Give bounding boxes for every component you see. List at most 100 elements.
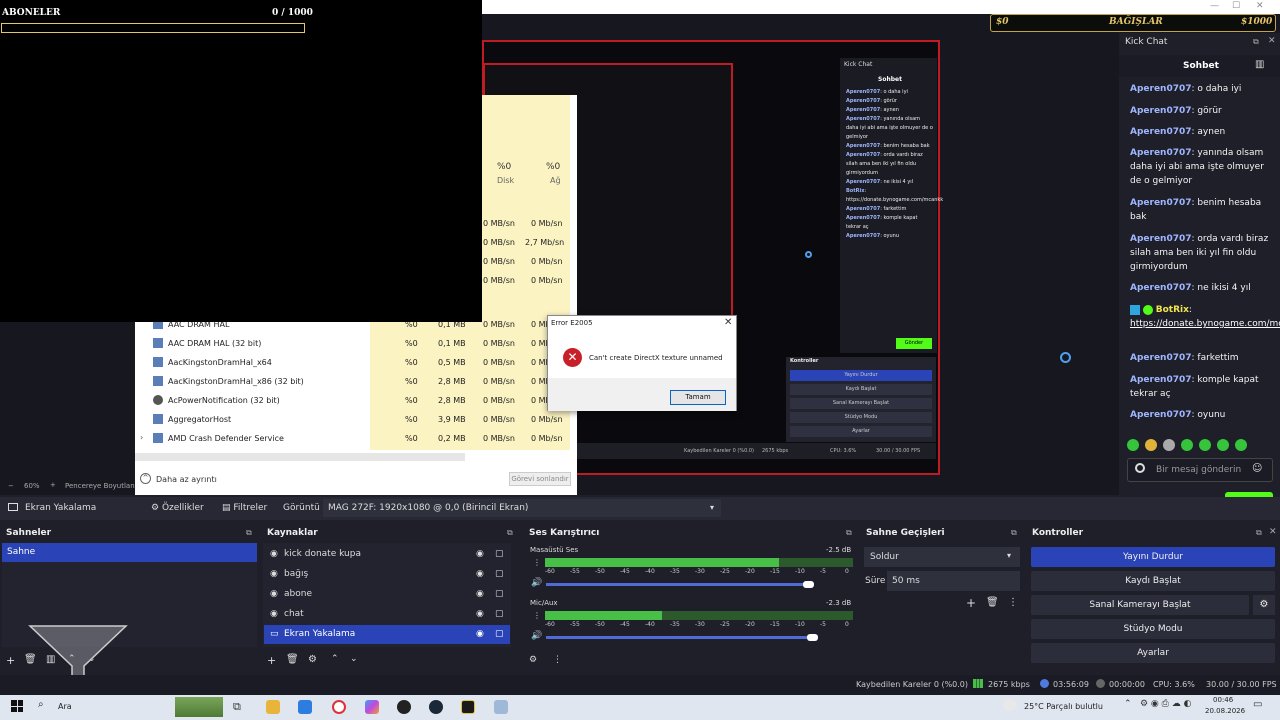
emote-icon[interactable]	[1181, 439, 1193, 451]
emote-icon[interactable]	[1163, 439, 1175, 451]
file-explorer-icon[interactable]	[266, 700, 280, 714]
tm-fewer-details[interactable]: Daha az ayrıntı	[156, 475, 217, 484]
table-row[interactable]: AacKingstonDramHal_x64 %0 0,5 MB 0 MB/sn…	[135, 354, 577, 373]
zoom-in-icon[interactable]: +	[50, 481, 56, 489]
source-item-selected[interactable]: ▭ Ekran Yakalama ◉ ▢	[264, 625, 510, 644]
ok-button[interactable]: Tamam	[670, 390, 726, 405]
source-item[interactable]: ◉ chat ◉ ▢	[264, 605, 510, 624]
visibility-icon[interactable]: ◉	[476, 585, 484, 604]
tm-horizontal-scrollbar[interactable]	[135, 453, 465, 461]
close-icon[interactable]: ✕	[724, 317, 732, 328]
tray-icons[interactable]: ⚙ ◉ ⎙ ☁ ◐	[1140, 699, 1191, 709]
start-virtual-camera-button[interactable]: Sanal Kamerayı Başlat	[1031, 595, 1249, 615]
end-task-button[interactable]: Görevi sonlandır	[509, 472, 571, 486]
copilot-icon[interactable]	[365, 700, 379, 714]
app-icon[interactable]	[461, 700, 475, 714]
settings-button[interactable]: Ayarlar	[1031, 643, 1275, 663]
table-row[interactable]: AAC DRAM HAL (32 bit) %0 0,1 MB 0 MB/sn …	[135, 335, 577, 354]
task-view-icon[interactable]: ⧉	[233, 700, 241, 714]
more-vertical-icon[interactable]: ⋮	[1008, 597, 1018, 608]
steam-icon[interactable]	[429, 700, 443, 714]
gear-icon[interactable]: ⚙	[1253, 595, 1275, 615]
trash-icon[interactable]: 🗑	[986, 597, 999, 608]
visibility-icon[interactable]: ◉	[476, 565, 484, 584]
stats-icon[interactable]: ▥	[1255, 59, 1264, 70]
filters-button[interactable]: ▤ Filtreler	[222, 503, 267, 513]
table-row[interactable]: AacKingstonDramHal_x86 (32 bit) %0 2,8 M…	[135, 373, 577, 392]
more-vertical-icon[interactable]: ⋮	[533, 611, 541, 620]
more-vertical-icon[interactable]: ⋮	[553, 655, 562, 665]
donate-link[interactable]: https://donate.bynogame.com/mcankk	[1130, 319, 1280, 329]
tm-net-header[interactable]: Ağ	[550, 176, 561, 185]
studio-mode-button[interactable]: Stüdyo Modu	[1031, 619, 1275, 639]
chevron-up-icon[interactable]: ⌃	[331, 654, 339, 664]
app-icon[interactable]	[494, 700, 508, 714]
more-vertical-icon[interactable]: ⋮	[533, 558, 541, 567]
emote-icon[interactable]	[1235, 439, 1247, 451]
source-item[interactable]: ◉ bağış ◉ ▢	[264, 565, 510, 584]
chat-mode-icon[interactable]	[1135, 463, 1145, 473]
trash-icon[interactable]: 🗑	[286, 654, 299, 665]
emote-icon[interactable]	[1217, 439, 1229, 451]
chevron-right-icon[interactable]: ›	[140, 433, 143, 442]
chevron-down-icon[interactable]: ⌄	[350, 654, 358, 664]
lock-icon[interactable]: ▢	[495, 605, 504, 624]
taskbar-search[interactable]: Ara	[58, 702, 72, 711]
transition-select[interactable]: Soldur ▾	[864, 547, 1020, 567]
emote-icon[interactable]	[1127, 439, 1139, 451]
add-icon[interactable]: +	[267, 654, 276, 667]
speaker-icon[interactable]: 🔊	[531, 578, 542, 588]
taskbar-weather[interactable]: 25°C Parçalı bulutlu	[1024, 702, 1103, 711]
source-item[interactable]: ◉ abone ◉ ▢	[264, 585, 510, 604]
table-row[interactable]: AcPowerNotification (32 bit) %0 2,8 MB 0…	[135, 392, 577, 411]
search-icon[interactable]: ⌕	[38, 699, 44, 710]
opera-icon[interactable]	[332, 700, 346, 714]
undock-icon[interactable]: ⧉	[1256, 528, 1262, 538]
undock-icon[interactable]: ⧉	[1011, 528, 1017, 538]
zoom-out-icon[interactable]: −	[8, 482, 14, 490]
lock-icon[interactable]: ▢	[495, 565, 504, 584]
scene-item[interactable]: Sahne	[2, 543, 257, 562]
volume-slider[interactable]	[546, 636, 812, 639]
undock-icon[interactable]: ⧉	[1253, 37, 1259, 47]
lock-icon[interactable]: ▢	[495, 625, 504, 644]
emoji-icon[interactable]: ☺	[1252, 463, 1262, 474]
edge-icon[interactable]	[298, 700, 312, 714]
undock-icon[interactable]: ⧉	[507, 528, 513, 538]
stop-stream-button[interactable]: Yayını Durdur	[1031, 547, 1275, 567]
close-icon[interactable]: ✕	[1268, 36, 1276, 46]
duration-input[interactable]: 50 ms	[887, 571, 1020, 591]
close-icon[interactable]: ✕	[1269, 527, 1277, 537]
emote-icon[interactable]	[1145, 439, 1157, 451]
tm-disk-header[interactable]: Disk	[497, 176, 514, 185]
chevron-up-icon[interactable]: ^	[140, 473, 151, 484]
notification-icon[interactable]: ▭	[1253, 699, 1262, 710]
gear-icon[interactable]: ⚙	[308, 654, 317, 665]
volume-slider-knob[interactable]	[803, 581, 814, 588]
minimize-icon[interactable]: —	[1210, 1, 1219, 11]
maximize-icon[interactable]: ☐	[1232, 1, 1240, 11]
mixer-settings-icon[interactable]: ⚙	[529, 655, 537, 665]
table-row[interactable]: AggregatorHost %0 3,9 MB 0 MB/sn 0 Mb/sn	[135, 411, 577, 430]
volume-slider-knob[interactable]	[807, 634, 818, 641]
visibility-icon[interactable]: ◉	[476, 625, 484, 644]
speaker-icon[interactable]: 🔊	[531, 631, 542, 641]
undock-icon[interactable]: ⧉	[846, 528, 852, 538]
add-icon[interactable]: +	[966, 596, 976, 610]
add-icon[interactable]: +	[6, 654, 15, 667]
lock-icon[interactable]: ▢	[495, 545, 504, 564]
obs-icon[interactable]	[397, 700, 411, 714]
table-row[interactable]: › AMD Crash Defender Service %0 0,2 MB 0…	[135, 430, 577, 449]
chevron-up-icon[interactable]: ⌃	[1124, 699, 1132, 709]
close-icon[interactable]: ✕	[1256, 1, 1264, 11]
start-recording-button[interactable]: Kaydı Başlat	[1031, 571, 1275, 591]
windows-start-icon[interactable]	[11, 700, 23, 712]
undock-icon[interactable]: ⧉	[246, 528, 252, 538]
source-item[interactable]: ◉ kick donate kupa ◉ ▢	[264, 545, 510, 564]
emote-icon[interactable]	[1199, 439, 1211, 451]
visibility-icon[interactable]: ◉	[476, 605, 484, 624]
visibility-icon[interactable]: ◉	[476, 545, 484, 564]
properties-button[interactable]: ⚙ Özellikler	[151, 503, 204, 513]
lock-icon[interactable]: ▢	[495, 585, 504, 604]
fit-to-window[interactable]: Pencereye Boyutlan	[65, 482, 135, 490]
